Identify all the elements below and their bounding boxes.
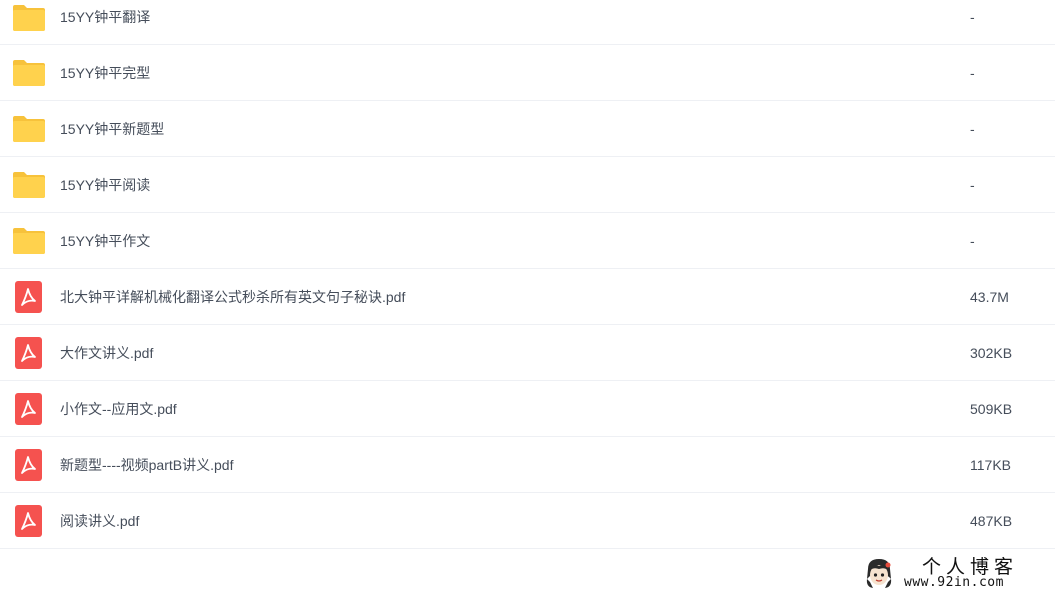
list-item[interactable]: 小作文--应用文.pdf 509KB xyxy=(0,381,1055,437)
file-list: 15YY钟平翻译 - 15YY钟平完型 - 15YY钟平新题型 - 15YY钟平… xyxy=(0,0,1055,549)
pdf-icon xyxy=(13,393,45,425)
folder-icon xyxy=(13,57,45,89)
file-name[interactable]: 新题型----视频partB讲义.pdf xyxy=(60,455,233,475)
file-size: 117KB xyxy=(970,457,1011,473)
file-size: 302KB xyxy=(970,345,1013,361)
pdf-icon xyxy=(13,337,45,369)
file-name[interactable]: 小作文--应用文.pdf xyxy=(60,399,177,419)
file-name[interactable]: 大作文讲义.pdf xyxy=(60,343,153,363)
file-name[interactable]: 阅读讲义.pdf xyxy=(60,511,139,531)
pdf-icon xyxy=(13,505,45,537)
file-size: - xyxy=(970,233,975,249)
list-item[interactable]: 15YY钟平完型 - xyxy=(0,45,1055,101)
list-item[interactable]: 15YY钟平作文 - xyxy=(0,213,1055,269)
file-size: - xyxy=(970,177,975,193)
list-item[interactable]: 15YY钟平新题型 - xyxy=(0,101,1055,157)
file-size: 509KB xyxy=(970,401,1013,417)
list-item[interactable]: 大作文讲义.pdf 302KB xyxy=(0,325,1055,381)
list-item[interactable]: 阅读讲义.pdf 487KB xyxy=(0,493,1055,549)
file-name[interactable]: 15YY钟平翻译 xyxy=(60,7,150,27)
folder-icon xyxy=(13,225,45,257)
file-name[interactable]: 北大钟平详解机械化翻译公式秒杀所有英文句子秘诀.pdf xyxy=(60,287,405,307)
list-item[interactable]: 北大钟平详解机械化翻译公式秒杀所有英文句子秘诀.pdf 43.7M xyxy=(0,269,1055,325)
watermark: 个人博客 www.92in.com xyxy=(860,553,1050,593)
folder-icon xyxy=(13,2,45,34)
folder-icon xyxy=(13,113,45,145)
folder-icon xyxy=(13,169,45,201)
file-size: 487KB xyxy=(970,513,1013,529)
file-size: - xyxy=(970,65,975,81)
file-size: - xyxy=(970,121,975,137)
list-item[interactable]: 新题型----视频partB讲义.pdf 117KB xyxy=(0,437,1055,493)
list-item[interactable]: 15YY钟平翻译 - xyxy=(0,0,1055,45)
watermark-url: www.92in.com xyxy=(904,575,1004,590)
file-name[interactable]: 15YY钟平阅读 xyxy=(60,175,150,195)
pdf-icon xyxy=(13,449,45,481)
file-name[interactable]: 15YY钟平新题型 xyxy=(60,119,164,139)
file-size: 43.7M xyxy=(970,289,1009,305)
file-name[interactable]: 15YY钟平作文 xyxy=(60,231,150,251)
pdf-icon xyxy=(13,281,45,313)
file-size: - xyxy=(970,9,975,25)
cartoon-avatar-icon xyxy=(864,557,894,589)
list-item[interactable]: 15YY钟平阅读 - xyxy=(0,157,1055,213)
file-name[interactable]: 15YY钟平完型 xyxy=(60,63,150,83)
